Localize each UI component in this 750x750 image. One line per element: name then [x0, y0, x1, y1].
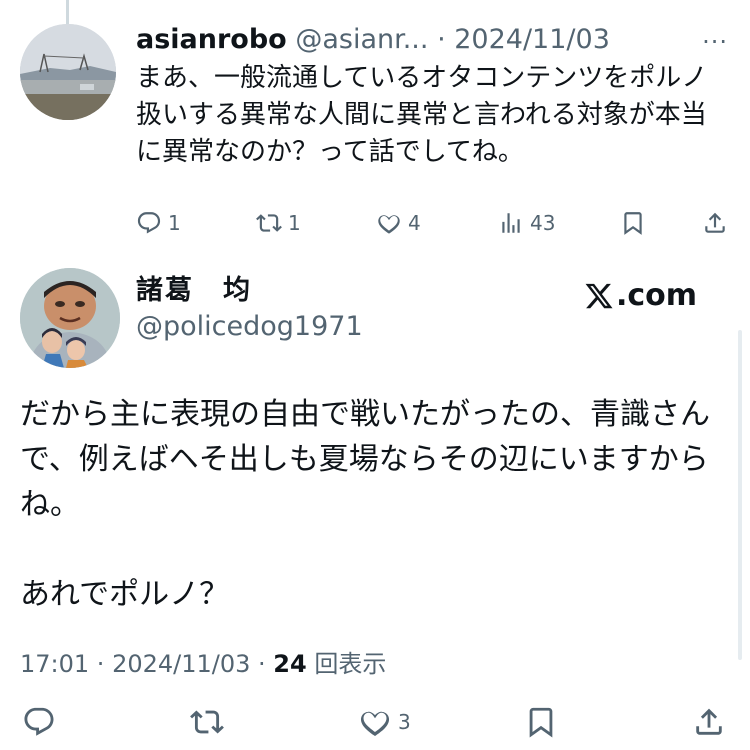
reply-icon: [24, 707, 54, 736]
reply-date[interactable]: 2024/11/03: [454, 24, 610, 55]
reply-avatar[interactable]: [20, 24, 116, 120]
more-icon[interactable]: ···: [702, 28, 728, 56]
site-suffix: .com: [616, 278, 698, 313]
repost-icon: [190, 710, 224, 734]
separator-dot: ·: [437, 24, 455, 55]
tweet-screenshot: asianrobo @asianr... · 2024/11/03 ··· まあ…: [0, 0, 750, 750]
repost-icon: [256, 214, 282, 232]
bookmark-icon: [529, 707, 553, 738]
reply-action-bar: 1 1 4 43: [136, 208, 736, 238]
like-icon: [378, 215, 400, 234]
main-display-name[interactable]: 諸葛 均: [136, 274, 252, 308]
reply-handle[interactable]: @asianr...: [295, 24, 428, 55]
separator-dot: ·: [89, 650, 113, 678]
views-number: 24: [273, 650, 307, 678]
separator-dot: ·: [250, 650, 274, 678]
reply-text: まあ、一般流通しているオタコンテンツをポルノ扱いする異常な人間に異常と言われる対…: [136, 63, 708, 167]
main-reply-button[interactable]: [22, 700, 56, 744]
tweet-meta: 17:01 · 2024/11/03 · 24 回表示: [20, 646, 386, 682]
tweet-date[interactable]: 2024/11/03: [112, 650, 250, 678]
reply-button[interactable]: 1: [136, 208, 181, 238]
main-share-button[interactable]: [692, 700, 726, 744]
share-button[interactable]: [702, 208, 728, 238]
like-icon: [360, 711, 390, 736]
scrollbar[interactable]: [738, 330, 742, 660]
reply-display-name[interactable]: asianrobo: [136, 24, 287, 55]
reply-header: asianrobo @asianr... · 2024/11/03: [136, 24, 736, 56]
x-logo-icon: [585, 283, 613, 309]
reply-icon: [137, 212, 161, 234]
reply-tweet[interactable]: asianrobo @asianr... · 2024/11/03 ··· まあ…: [0, 0, 750, 250]
main-tweet-text: だから主に表現の自由で戦いたがったの、青識さんで、例えばヘそ出しも夏場ならその辺…: [20, 397, 710, 612]
main-avatar[interactable]: [20, 268, 120, 368]
main-repost-button[interactable]: [190, 700, 224, 744]
share-icon: [705, 212, 725, 233]
main-action-bar: 3: [0, 700, 750, 744]
reply-count: 1: [168, 211, 181, 235]
views-label: 回表示: [306, 650, 387, 678]
views-count: 43: [530, 211, 556, 235]
repost-button[interactable]: 1: [256, 208, 301, 238]
tweet-time[interactable]: 17:01: [20, 650, 89, 678]
main-handle[interactable]: @policedog1971: [136, 308, 363, 346]
main-like-count: 3: [398, 710, 411, 734]
like-button[interactable]: 4: [376, 208, 421, 238]
x-com-watermark: .com: [584, 276, 697, 316]
views-icon: [502, 213, 520, 233]
like-count: 4: [408, 211, 421, 235]
bookmark-button[interactable]: [620, 208, 646, 238]
share-icon: [696, 708, 722, 735]
bookmark-icon: [624, 212, 642, 235]
main-bookmark-button[interactable]: [524, 700, 558, 744]
repost-count: 1: [288, 211, 301, 235]
main-like-button[interactable]: 3: [358, 700, 411, 744]
views-button[interactable]: 43: [498, 208, 555, 238]
